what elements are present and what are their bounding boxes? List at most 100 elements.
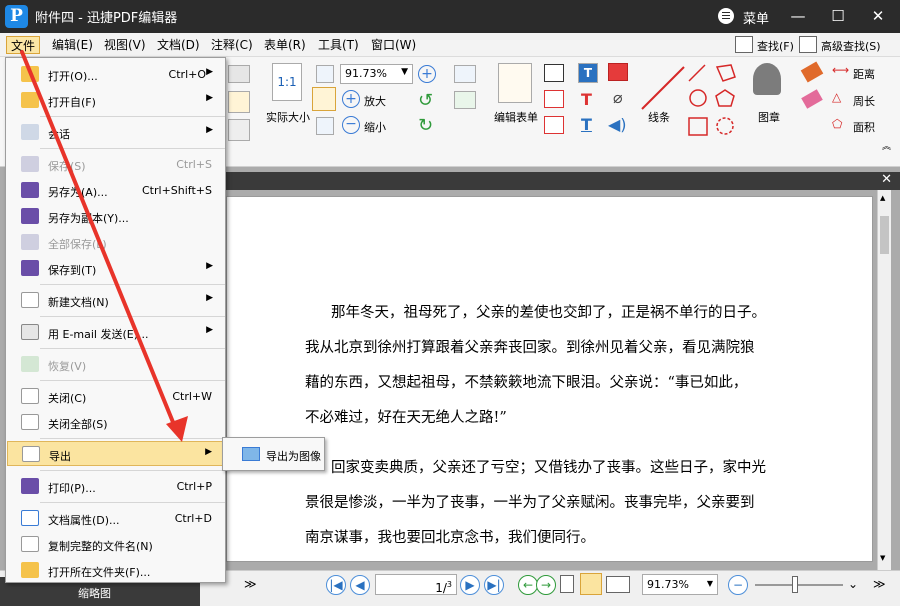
fit-page-icon[interactable]: [312, 87, 336, 111]
typewriter-icon[interactable]: T: [578, 63, 598, 83]
zoom-select[interactable]: 91.73% ▼: [340, 64, 413, 84]
rotate-left-icon[interactable]: ↺: [418, 90, 433, 111]
zoom-more-chevron-icon[interactable]: ⌄: [848, 577, 858, 591]
comment-icon[interactable]: [608, 63, 628, 81]
menu-file[interactable]: 文件: [6, 36, 41, 54]
zoom-in-round-icon[interactable]: +: [418, 65, 436, 83]
find-button[interactable]: 查找(F): [757, 38, 794, 54]
thumbnail-tab[interactable]: 缩略图: [78, 585, 111, 601]
menu-edit[interactable]: 编辑(E): [48, 36, 97, 54]
menu-form[interactable]: 表单(R): [260, 36, 310, 54]
zoom-out-icon[interactable]: −: [342, 116, 360, 134]
add-field-icon[interactable]: [454, 91, 476, 109]
distance-button[interactable]: 距离: [853, 66, 875, 82]
menu-item-copy-filename[interactable]: 复制完整的文件名(N): [7, 532, 224, 557]
actual-size-icon[interactable]: 1:1: [272, 63, 302, 101]
pencil-icon[interactable]: [800, 61, 824, 83]
zoom-out-status-icon[interactable]: −: [728, 575, 748, 595]
menu-view[interactable]: 视图(V): [100, 36, 150, 54]
area-button[interactable]: 面积: [853, 119, 875, 135]
menu-item-save-as[interactable]: 另存为(A)... Ctrl+Shift+S: [7, 178, 224, 203]
menu-item-revert[interactable]: 恢复(V): [7, 352, 224, 377]
menu-comment[interactable]: 注释(C): [207, 36, 257, 54]
stamp-icon[interactable]: [753, 63, 781, 95]
zoom-out-button[interactable]: 缩小: [364, 119, 386, 135]
close-window-button[interactable]: ✕: [858, 0, 898, 33]
line-icon[interactable]: [638, 63, 688, 113]
shape-tools[interactable]: [687, 63, 742, 141]
single-page-icon[interactable]: [560, 575, 574, 593]
forward-icon[interactable]: →: [536, 575, 556, 595]
menu-item-print[interactable]: 打印(P)... Ctrl+P: [7, 474, 224, 499]
minimize-button[interactable]: —: [778, 0, 818, 33]
menu-item-save-all[interactable]: 全部保存(L): [7, 230, 224, 255]
ribbon-collapse-icon[interactable]: ︽: [882, 139, 891, 152]
menu-item-open-folder[interactable]: 打开所在文件夹(F)...: [7, 558, 224, 583]
edit-form-icon[interactable]: [498, 63, 532, 103]
underline-icon[interactable]: T: [581, 115, 592, 134]
zoom-slider-handle[interactable]: [792, 576, 798, 593]
edit-form-button[interactable]: 编辑表单: [494, 109, 538, 125]
advanced-find-button[interactable]: 高级查找(S): [821, 38, 881, 54]
status-menu-chevron-icon[interactable]: ≫: [873, 577, 886, 591]
zoom-in-button[interactable]: 放大: [364, 93, 386, 109]
menu-window[interactable]: 窗口(W): [367, 36, 420, 54]
snapshot-icon[interactable]: [228, 65, 250, 83]
maximize-button[interactable]: ☐: [818, 0, 858, 33]
menu-item-export-image[interactable]: 导出为图像: [224, 442, 323, 467]
menu-item-save-copy[interactable]: 另存为副本(Y)...: [7, 204, 224, 229]
continuous-page-icon[interactable]: [580, 573, 602, 595]
last-page-icon[interactable]: ▶|: [484, 575, 504, 595]
menu-item-close[interactable]: 关闭(C) Ctrl+W: [7, 384, 224, 409]
text-box-icon[interactable]: [544, 64, 564, 82]
first-page-icon[interactable]: |◀: [326, 575, 346, 595]
actual-size-label[interactable]: 实际大小: [266, 109, 310, 125]
page-number-input[interactable]: 1/3: [375, 574, 457, 595]
main-menu-button[interactable]: 菜单: [743, 8, 769, 27]
menu-item-export[interactable]: 导出 ▶: [7, 441, 224, 466]
menu-item-new-document[interactable]: 新建文档(N) ▶: [7, 288, 224, 313]
menu-item-open[interactable]: 打开(O)... Ctrl+O ▶: [7, 62, 224, 87]
facing-pages-icon[interactable]: [606, 576, 630, 593]
stamp-button[interactable]: 图章: [758, 109, 780, 125]
fit-visible-icon[interactable]: [316, 117, 334, 135]
eraser-icon[interactable]: [801, 89, 823, 109]
menu-tools[interactable]: 工具(T): [314, 36, 363, 54]
prev-page-icon[interactable]: ◀: [350, 575, 370, 595]
scroll-down-icon[interactable]: ▼: [880, 554, 885, 562]
scroll-thumb[interactable]: [880, 216, 889, 254]
rotate-right-icon[interactable]: ↻: [418, 115, 433, 136]
zoom-in-icon[interactable]: +: [342, 90, 360, 108]
lines-button[interactable]: 线条: [648, 109, 670, 125]
menu-item-save[interactable]: 保存(S) Ctrl+S: [7, 152, 224, 177]
menu-item-save-to[interactable]: 保存到(T) ▶: [7, 256, 224, 281]
text-field-icon[interactable]: [454, 65, 476, 83]
select-tool-icon[interactable]: [228, 119, 250, 141]
text-note-icon[interactable]: [544, 116, 564, 134]
hamburger-menu-icon[interactable]: [718, 8, 734, 24]
menu-item-properties[interactable]: 文档属性(D)... Ctrl+D: [7, 506, 224, 531]
close-tab-icon[interactable]: ✕: [881, 172, 892, 187]
zoom-status-select[interactable]: 91.73% ▼: [642, 574, 718, 595]
menu-item-close-all[interactable]: 关闭全部(S): [7, 410, 224, 435]
menu-item-session[interactable]: 会话 ▶: [7, 120, 224, 145]
attachment-icon[interactable]: ⌀: [613, 88, 623, 107]
collapse-chevron-icon[interactable]: ≫: [244, 577, 257, 591]
vertical-scrollbar[interactable]: ▲ ▼: [877, 190, 891, 570]
scroll-up-icon[interactable]: ▲: [880, 194, 885, 202]
menu-document[interactable]: 文档(D): [153, 36, 204, 54]
callout-icon[interactable]: [544, 90, 564, 108]
zoom-slider[interactable]: [755, 584, 843, 586]
document-page[interactable]: 那年冬天，祖母死了，父亲的差使也交卸了，正是祸不单行的日子。 我从北京到徐州打算…: [226, 196, 873, 562]
save-disk-icon: [21, 156, 39, 172]
perimeter-button[interactable]: 周长: [853, 93, 875, 109]
next-page-icon[interactable]: ▶: [460, 575, 480, 595]
clipboard-icon[interactable]: [228, 91, 250, 113]
fit-width-icon[interactable]: [316, 65, 334, 83]
sound-icon[interactable]: ◀): [608, 115, 627, 134]
menu-item-open-from[interactable]: 打开自(F) ▶: [7, 88, 224, 113]
back-icon[interactable]: ←: [518, 575, 538, 595]
menu-item-email[interactable]: 用 E-mail 发送(E)... ▶: [7, 320, 224, 345]
strikeout-icon[interactable]: T: [581, 90, 592, 109]
menu-separator: [40, 284, 225, 285]
